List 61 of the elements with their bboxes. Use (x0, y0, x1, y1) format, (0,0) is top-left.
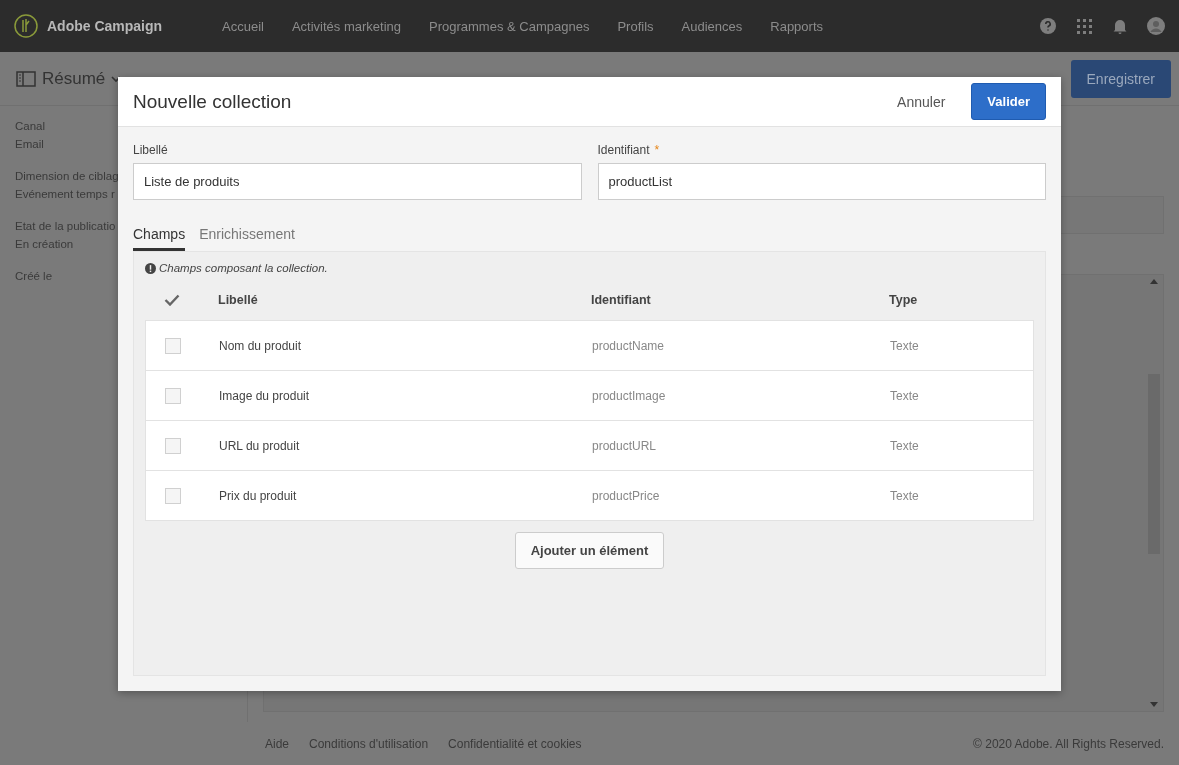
table-cell-text: productURL (592, 438, 658, 453)
table-cell-text: Prix du produit (219, 488, 298, 503)
nav-item[interactable]: Rapports (756, 18, 837, 34)
table-cell-text: productImage (592, 388, 667, 403)
logo-icon (14, 14, 38, 38)
checkbox[interactable] (164, 437, 181, 454)
summary-value: En création (15, 238, 74, 250)
checkbox[interactable] (164, 337, 181, 354)
table-cell-text: Image du produit (219, 388, 311, 403)
copyright-text: © 2020 Adobe. All Rights Reserved. (973, 736, 1164, 751)
checkbox[interactable] (164, 487, 181, 504)
summary-label: Dimension de ciblag (15, 170, 119, 182)
scroll-up-icon[interactable] (1150, 279, 1158, 284)
save-button[interactable]: Enregistrer (1070, 59, 1171, 98)
page-title: Résumé (42, 68, 106, 89)
table-cell-text: URL du produit (219, 438, 301, 453)
footer-link[interactable]: Confidentialité et cookies (448, 736, 582, 751)
field-label: Libellé (133, 143, 168, 157)
input-field[interactable]: Liste de produits (133, 163, 582, 200)
summary-value: Email (15, 138, 44, 150)
column-header: Identifiant (591, 293, 652, 307)
nav-item[interactable]: Activités marketing (277, 18, 415, 34)
table-cell-text: Nom du produit (219, 338, 303, 353)
table-cell-text: Texte (890, 488, 920, 503)
caret-icon[interactable] (111, 74, 122, 83)
column-header: Libellé (218, 293, 259, 307)
scroll-down-icon[interactable] (1150, 702, 1158, 707)
nav-item[interactable]: Audiences (667, 18, 757, 34)
nav-item[interactable]: Accueil (208, 18, 278, 34)
summary-label: Créé le (15, 270, 53, 282)
info-text: Champs composant la collection. (159, 262, 328, 274)
column-header: Type (889, 293, 919, 307)
table-cell-text: Texte (890, 388, 920, 403)
summary-label: Canal (15, 120, 46, 132)
summary-label: Etat de la publicatio (15, 220, 116, 232)
nav-item[interactable]: Programmes & Campagnes (415, 18, 604, 34)
summary-value: Evénement temps r (15, 188, 115, 200)
add-item-button[interactable]: Ajouter un élément (514, 532, 665, 569)
bell-icon[interactable] (1111, 17, 1129, 35)
avatar-icon[interactable] (1147, 17, 1165, 35)
table-cell-text: Texte (890, 438, 920, 453)
cancel-button[interactable]: Annuler (891, 87, 952, 116)
sidebar-icon[interactable] (16, 70, 36, 87)
table-cell-text: productName (592, 338, 666, 353)
info-icon (145, 262, 156, 274)
app-name: Adobe Campaign (47, 18, 163, 34)
required-mark: * (654, 143, 660, 157)
input-field[interactable]: productList (597, 163, 1046, 200)
check-icon[interactable] (163, 294, 180, 306)
field-label: Identifiant (597, 143, 650, 157)
help-icon[interactable] (1039, 17, 1057, 35)
dialog-title: Nouvelle collection (133, 90, 292, 113)
confirm-button[interactable]: Valider (971, 83, 1046, 120)
footer-link[interactable]: Conditions d'utilisation (309, 736, 429, 751)
apps-grid-icon[interactable] (1075, 17, 1093, 35)
footer-link[interactable]: Aide (265, 736, 290, 751)
checkbox[interactable] (164, 387, 181, 404)
tab[interactable]: Enrichissement (199, 226, 295, 251)
table-cell-text: Texte (890, 338, 920, 353)
nav-item[interactable]: Profils (603, 18, 668, 34)
table-cell-text: productPrice (592, 488, 661, 503)
